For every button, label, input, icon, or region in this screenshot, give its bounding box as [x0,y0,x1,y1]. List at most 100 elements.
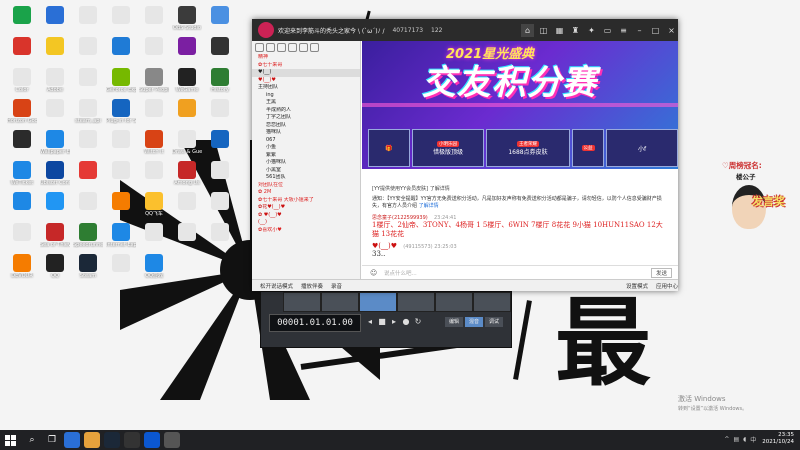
settings-icon[interactable] [288,43,297,52]
desktop-icon[interactable] [139,223,169,242]
desktop-icon[interactable]: Witch It [139,130,169,155]
gamepad-icon[interactable]: ◫ [537,24,550,37]
desktop-icon[interactable]: History [205,68,235,93]
steam-icon[interactable] [104,432,120,448]
volume-icon[interactable]: ◖ [743,436,746,443]
desktop-icon[interactable]: QQ飞车 [139,192,169,217]
desktop-icon[interactable]: DEVOUR [7,254,37,279]
desktop-icon[interactable] [7,130,37,149]
desktop-icon[interactable]: Color [7,68,37,93]
send-button[interactable]: 发送 [650,268,672,278]
sidebar-item[interactable]: 猫咪队 [252,129,360,137]
sidebar-item[interactable]: ♥(__)♥ [252,77,360,85]
desktop-icon[interactable]: Among Us [172,161,202,186]
details-link[interactable]: 了解详情 [419,203,439,209]
studio-track[interactable] [473,292,511,312]
search-icon[interactable] [277,43,286,52]
desktop-icon[interactable] [106,130,136,149]
chat-notice[interactable]: [YY提供使用YY会员皮肤] 了解详情 [362,169,678,192]
shirt-icon[interactable]: ♜ [569,24,582,37]
desktop-icon[interactable]: QQ游戏 [139,254,169,279]
desktop-icon[interactable] [73,130,103,149]
sender-name[interactable]: ♥(__)♥ [372,242,397,250]
desktop-icon[interactable] [40,99,70,118]
desktop-icon[interactable] [205,99,235,118]
ime-icon[interactable]: 中 [750,435,756,444]
home-icon[interactable]: ⌂ [521,23,534,37]
desktop-icon[interactable]: Adobe [40,68,70,93]
sidebar-item[interactable]: 小鱼 [252,144,360,152]
desktop-icon[interactable]: Super People [139,68,169,93]
sidebar-item[interactable]: (__) [252,219,360,227]
desktop-icon[interactable] [40,6,70,25]
status-item[interactable]: 播放伴奏 [301,282,323,290]
studio-track[interactable] [283,292,321,312]
user-icon[interactable] [255,43,264,52]
sidebar-item[interactable]: 小猫咪队 [252,159,360,167]
app-icon[interactable] [124,432,140,448]
desktop-icon[interactable] [40,37,70,56]
desktop-icon[interactable] [172,99,202,118]
desktop-icon[interactable]: Wallpaper Engine [40,130,70,155]
desktop-icon[interactable]: steam_api [73,99,103,124]
banner-card[interactable]: 🎁 [368,129,410,167]
desktop-icon[interactable]: QQ [40,254,70,279]
banner-card[interactable]: 王者荣耀 1688点券皮肤 [486,129,570,167]
desktop-icon[interactable] [172,223,202,242]
desktop-icon[interactable] [40,192,70,211]
sidebar-item[interactable]: ing [252,92,360,100]
sidebar-item[interactable]: ✿七十来哥 [252,62,360,70]
star-icon[interactable] [310,43,319,52]
rewind-icon[interactable]: ◂ [365,317,375,327]
sidebar-item[interactable]: 对团队在位 [252,182,360,190]
desktop-icon[interactable] [7,223,37,242]
clock[interactable]: 23:35 2021/10/24 [762,432,794,446]
sidebar-item[interactable]: 丁字之团队 [252,114,360,122]
desktop-icon[interactable] [73,68,103,87]
sidebar-item[interactable]: 561团队 [252,174,360,182]
sidebar-item[interactable]: 恋恋团队 [252,122,360,130]
desktop-icon[interactable] [139,6,169,25]
status-item[interactable]: 应用中心 [656,282,678,290]
desktop-icon[interactable] [106,6,136,25]
desktop-icon[interactable]: WeTicket [7,161,37,186]
maximize-icon[interactable]: □ [649,24,662,37]
desktop-icon[interactable]: Horizon Google Me [7,99,37,124]
sidebar-item[interactable]: ✿ ♥(__)♥ [252,212,360,220]
desktop-icon[interactable] [172,192,202,211]
tab-edit[interactable]: 编辑 [445,317,463,327]
sidebar-item[interactable]: 主持团队 [252,84,360,92]
banner-card[interactable]: 小明乐园 惜极版顶级 [412,129,484,167]
banner-card[interactable]: 小f [606,129,678,167]
folder-icon[interactable] [84,432,100,448]
desktop-icon[interactable] [7,192,37,211]
desktop-icon[interactable] [106,37,136,56]
network-icon[interactable]: ▤ [733,436,739,443]
chat-icon[interactable]: ▭ [601,24,614,37]
channel-avatar[interactable] [258,22,274,38]
desktop-icon[interactable] [73,192,103,211]
sidebar-item[interactable]: 半成熟的人 [252,107,360,115]
desktop-icon[interactable] [73,37,103,56]
desktop-icon[interactable]: Plug-in for Steam [106,99,136,124]
desktop-icon[interactable] [73,161,103,180]
sidebar-item[interactable]: ✿花♥(__)♥ [252,204,360,212]
desktop-icon[interactable] [7,37,37,56]
menu-icon[interactable]: ≡ [617,24,630,37]
chat-input[interactable]: 说点什么吧... [384,269,651,277]
stop-icon[interactable]: ■ [377,317,387,327]
desktop-icon[interactable]: Ubisoft Connect [40,161,70,186]
record-icon[interactable]: ● [401,317,411,327]
sidebar-item[interactable]: ✿ 2M [252,189,360,197]
desktop-icon[interactable]: Internet Explorer [106,223,136,248]
window-titlebar[interactable]: 欢迎来到李筋斗的秃头之家今 \ (`ω´)ﾉ / 40717173 122 ⌂ … [252,19,678,41]
sidebar-item[interactable]: 紫紫 [252,152,360,160]
desktop-icon[interactable] [106,161,136,180]
desktop-icon[interactable]: GeForce Experience [106,68,136,93]
banner-card[interactable]: 公益 [572,129,604,167]
status-item[interactable]: 设置模式 [626,282,648,290]
tab-debug[interactable]: 调试 [485,317,503,327]
search-icon[interactable]: ⌕ [24,432,40,448]
studio-track[interactable] [359,292,397,312]
desktop-icon[interactable] [7,6,37,25]
